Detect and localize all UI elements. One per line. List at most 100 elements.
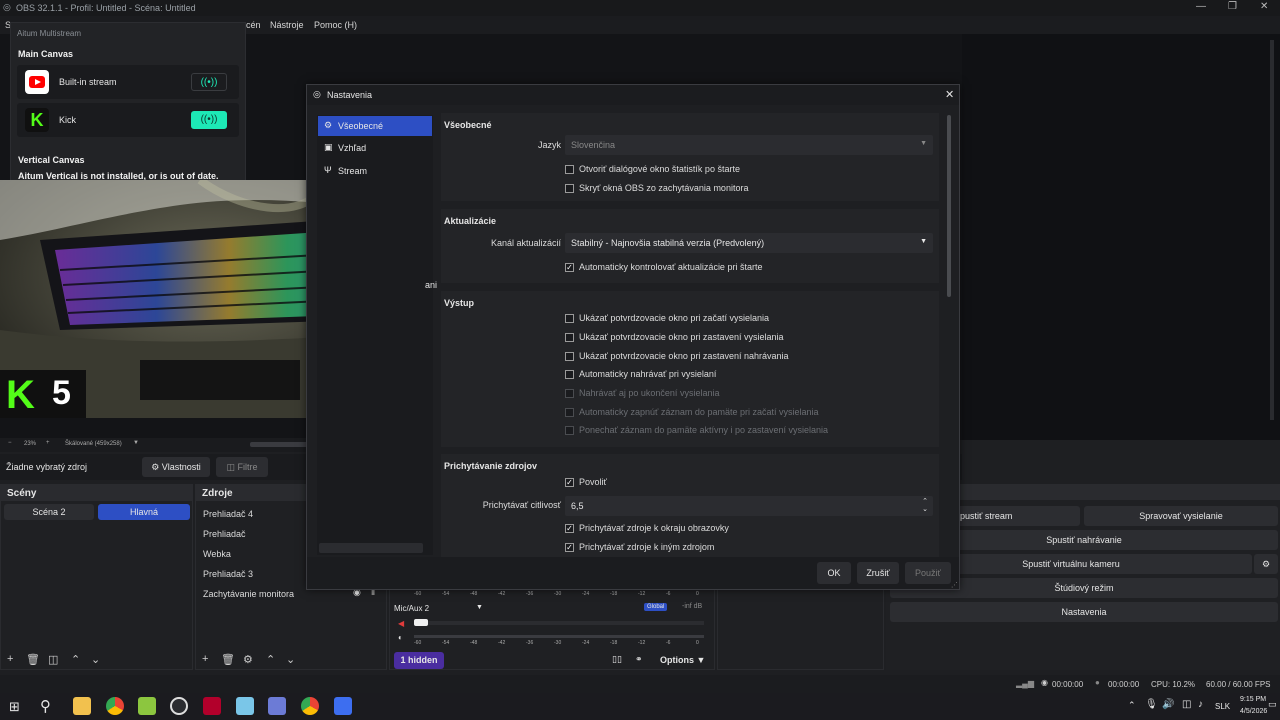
- stream-row-kick: K Kick ((•)): [17, 103, 239, 137]
- move-up-icon[interactable]: ⌃: [266, 653, 275, 666]
- game-controller-icon[interactable]: [268, 697, 286, 715]
- language-label: Jazyk: [537, 140, 561, 150]
- stream-name: Built-in stream: [59, 77, 117, 87]
- scene-item[interactable]: Scéna 2: [4, 504, 94, 520]
- virtual-camera-settings-button[interactable]: ⚙: [1254, 554, 1278, 574]
- auto-record-checkbox[interactable]: Automaticky nahrávať pri vysielaní: [565, 369, 716, 381]
- search-icon[interactable]: ⚲: [40, 697, 51, 715]
- auto-update-checkbox[interactable]: ✓ Automaticky kontrolovať aktualizácie pr…: [565, 262, 762, 274]
- obs-taskbar-icon[interactable]: [170, 697, 188, 715]
- scene-item-active[interactable]: Hlavná: [98, 504, 190, 520]
- snapping-enable-checkbox[interactable]: ✓ Povoliť: [565, 477, 607, 489]
- maximize-icon[interactable]: ❐: [1228, 1, 1237, 12]
- spin-up-icon[interactable]: ⌃: [922, 497, 928, 505]
- window-title: OBS 32.1.1 - Profil: Untitled - Scéna: U…: [16, 3, 196, 13]
- clock-time[interactable]: 9:15 PM: [1240, 696, 1266, 703]
- update-channel-select[interactable]: Stabilný - Najnovšia stabilná verzia (Pr…: [565, 233, 933, 253]
- spin-down-icon[interactable]: ⌄: [922, 505, 928, 513]
- cancel-button[interactable]: Zrušiť: [857, 562, 899, 584]
- confirm-stop-record-checkbox[interactable]: Ukázať potvrdzovacie okno pri zastavení …: [565, 351, 789, 363]
- monitor-icon[interactable]: ◐: [398, 633, 403, 642]
- layout-icon[interactable]: ▯▯: [612, 654, 622, 665]
- apply-button[interactable]: Použiť: [905, 562, 951, 584]
- snap-sensitivity-label: Prichytávať citlivosť: [482, 500, 561, 510]
- properties-button[interactable]: ⚙ Vlastnosti: [142, 457, 210, 477]
- source-item[interactable]: Prehliadač 3: [203, 569, 253, 579]
- hidden-sources-button[interactable]: 1 hidden: [394, 652, 444, 669]
- zoom-out-icon[interactable]: −: [8, 440, 12, 446]
- volume-icon[interactable]: ♪: [1198, 699, 1203, 710]
- stats-on-start-checkbox[interactable]: Otvoriť dialógové okno štatistík po štar…: [565, 164, 740, 176]
- move-down-icon[interactable]: ⌄: [286, 653, 295, 666]
- filter-icon[interactable]: ◫: [48, 653, 58, 666]
- manage-broadcast-button[interactable]: Spravovať vysielanie: [1084, 506, 1278, 526]
- minimize-icon[interactable]: —: [1196, 1, 1206, 12]
- nav-item-stream[interactable]: Ψ Stream: [318, 161, 432, 181]
- microphone-icon[interactable]: 🎙: [1145, 699, 1158, 710]
- zoom-in-icon[interactable]: +: [46, 440, 50, 446]
- options-button[interactable]: Options ▼: [660, 655, 705, 665]
- gear-icon[interactable]: ⚙: [243, 653, 253, 666]
- snap-edge-checkbox[interactable]: ✓ Prichytávať zdroje k okraju obrazovky: [565, 523, 729, 535]
- speaker-icon[interactable]: 🔊: [1162, 699, 1174, 710]
- chevron-down-icon[interactable]: ▼: [133, 440, 139, 446]
- app-notes-icon[interactable]: [236, 697, 254, 715]
- update-channel-label: Kanál aktualizácií: [490, 238, 561, 248]
- ok-button[interactable]: OK: [817, 562, 851, 584]
- language-select[interactable]: Slovenčina ▼: [565, 135, 933, 155]
- app-green-icon[interactable]: [138, 697, 156, 715]
- chrome-icon[interactable]: [301, 697, 319, 715]
- volume-slider[interactable]: [414, 621, 704, 625]
- gear-icon: ⚙: [151, 462, 160, 472]
- windows-start-icon[interactable]: ⊞: [9, 699, 20, 715]
- global-badge: Global: [644, 603, 668, 611]
- menu-item-help[interactable]: Pomoc (H): [314, 20, 357, 30]
- move-down-icon[interactable]: ⌄: [91, 653, 100, 666]
- app-blue-icon[interactable]: [334, 697, 352, 715]
- source-item[interactable]: Prehliadač: [203, 529, 246, 539]
- link-icon[interactable]: ⚭: [635, 654, 643, 665]
- resize-grip-icon[interactable]: ⋰: [951, 581, 958, 589]
- hide-from-capture-checkbox[interactable]: Skryť okná OBS zo zachytávania monitora: [565, 183, 748, 195]
- tray-expand-icon[interactable]: ⌃: [1128, 700, 1136, 711]
- app-red-icon[interactable]: [203, 697, 221, 715]
- snap-sensitivity-spinbox[interactable]: 6,5 ⌃ ⌄: [565, 496, 933, 516]
- preview-scrollbar[interactable]: [250, 442, 308, 447]
- add-icon[interactable]: +: [202, 653, 208, 665]
- nav-scrollbar[interactable]: [319, 543, 423, 553]
- menu-item-tools[interactable]: Nástroje: [270, 20, 304, 30]
- stream-indicator-icon: ◉: [1041, 678, 1048, 687]
- source-item[interactable]: Webka: [203, 549, 231, 559]
- settings-button[interactable]: Nastavenia: [890, 602, 1278, 622]
- network-icon[interactable]: ◫: [1182, 699, 1191, 710]
- mute-icon[interactable]: ◀: [398, 619, 404, 628]
- source-item[interactable]: Prehliadač 4: [203, 509, 253, 519]
- confirm-start-stream-checkbox[interactable]: Ukázať potvrdzovacie okno pri začatí vys…: [565, 313, 769, 325]
- input-language[interactable]: SLK: [1215, 702, 1230, 711]
- snap-other-checkbox[interactable]: ✓ Prichytávať zdroje k iným zdrojom: [565, 542, 714, 554]
- clock-date[interactable]: 4/5/2026: [1240, 708, 1267, 715]
- nav-item-appearance[interactable]: ▣ Vzhľad: [318, 138, 432, 158]
- file-explorer-icon[interactable]: [73, 697, 91, 715]
- notifications-icon[interactable]: ▭: [1268, 699, 1277, 710]
- mixer-scale-bottom: -60 -54 -48 -42 -36 -30 -24 -18 -12 -6 0: [414, 640, 699, 646]
- add-icon[interactable]: +: [7, 653, 13, 665]
- stream-toggle-button[interactable]: ((•)): [191, 73, 227, 91]
- stream-toggle-button[interactable]: ((•)): [191, 111, 227, 129]
- menu-item-scenes[interactable]: cén: [246, 20, 261, 30]
- volume-slider-handle[interactable]: [414, 619, 428, 626]
- settings-scrollbar[interactable]: [947, 115, 951, 297]
- close-icon[interactable]: ✕: [1260, 1, 1268, 12]
- close-icon[interactable]: ✕: [945, 88, 954, 101]
- trash-icon[interactable]: 🗑: [221, 653, 235, 666]
- nav-item-partial[interactable]: ani: [425, 280, 437, 290]
- filters-button[interactable]: ◫ Filtre: [216, 457, 268, 477]
- source-item[interactable]: Zachytávanie monitora: [203, 589, 294, 599]
- confirm-stop-stream-checkbox[interactable]: Ukázať potvrdzovacie okno pri zastavení …: [565, 332, 783, 344]
- nav-item-general[interactable]: ⚙ Všeobecné: [318, 116, 432, 136]
- chrome-icon[interactable]: [106, 697, 124, 715]
- scrollbar[interactable]: [1270, 40, 1274, 420]
- trash-icon[interactable]: 🗑: [26, 653, 40, 666]
- chevron-down-icon[interactable]: ▼: [476, 604, 483, 611]
- move-up-icon[interactable]: ⌃: [71, 653, 80, 666]
